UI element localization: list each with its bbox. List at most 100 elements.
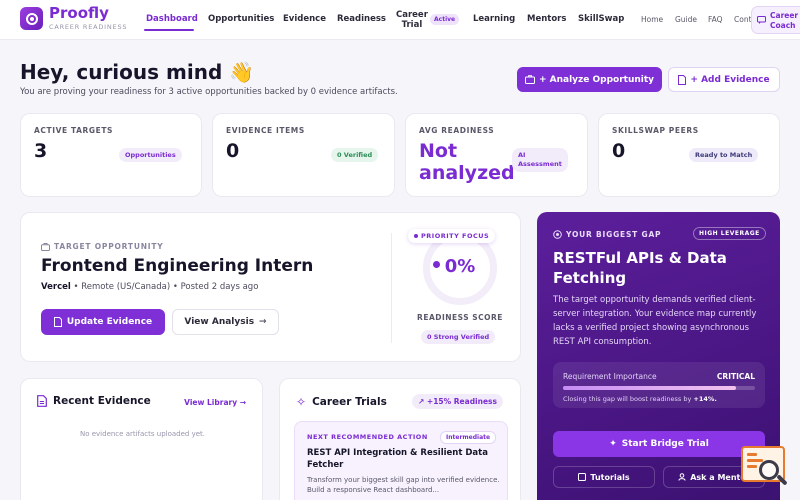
readiness-boost-text: +15% Readiness — [426, 397, 497, 406]
nav-learning[interactable]: Learning — [473, 14, 515, 24]
target-posted: Posted 2 days ago — [180, 282, 259, 292]
readiness-score: 0% — [444, 256, 476, 277]
brand-tagline: CAREER READINESS — [49, 23, 128, 31]
briefcase-icon — [41, 242, 50, 251]
view-library-link[interactable]: View Library → — [184, 398, 246, 407]
trial-title: REST API Integration & Resilient Data Fe… — [307, 448, 488, 470]
stat-card-active-targets: ACTIVE TARGETS 3 Opportunities — [20, 113, 202, 197]
stat-card-skillswap-peers: SKILLSWAP PEERS 0 Ready to Match — [598, 113, 780, 197]
gap-label: YOUR BIGGEST GAP — [553, 230, 661, 239]
chat-icon — [757, 16, 766, 24]
recommended-trial[interactable]: NEXT RECOMMENDED ACTION Intermediate RES… — [294, 421, 508, 500]
nav-contact[interactable]: Cont — [734, 15, 752, 24]
trial-description: Transform your biggest skill gap into ve… — [307, 476, 500, 494]
gap-description: The target opportunity demands verified … — [553, 295, 757, 347]
target-title: Frontend Engineering Intern — [41, 256, 314, 276]
arrow-right-icon: → — [259, 317, 267, 327]
coach-label-line1: Career — [770, 11, 799, 20]
target-company: Vercel — [41, 282, 71, 292]
nav-evidence[interactable]: Evidence — [283, 14, 326, 24]
tutorials-label: Tutorials — [590, 472, 630, 482]
document-icon — [53, 317, 62, 327]
nav-mentors[interactable]: Mentors — [527, 14, 566, 24]
readiness-boost-badge: ↗ +15% Readiness — [412, 394, 503, 409]
strong-verified-badge: 0 Strong Verified — [421, 330, 496, 344]
nav-active-badge: Active — [430, 14, 460, 25]
stat-value-line2: analyzed — [419, 162, 515, 184]
brand[interactable]: Proofly CAREER READINESS — [20, 6, 127, 31]
target-opportunity-card: TARGET OPPORTUNITY Frontend Engineering … — [20, 212, 521, 362]
stat-badge: Ready to Match — [689, 148, 759, 162]
importance-note-text: Closing this gap will boost readiness by — [563, 395, 694, 403]
target-logo-icon — [20, 7, 43, 30]
stat-label: ACTIVE TARGETS — [34, 126, 114, 135]
stat-label: AVG READINESS — [419, 126, 495, 135]
target-label: TARGET OPPORTUNITY — [41, 242, 164, 251]
stat-label: SKILLSWAP PEERS — [612, 126, 699, 135]
top-nav: Proofly CAREER READINESS Dashboard Oppor… — [0, 0, 800, 40]
importance-label: Requirement Importance — [563, 372, 657, 381]
target-location: Remote (US/Canada) — [81, 282, 171, 292]
dot-icon — [414, 234, 418, 238]
analyze-opportunity-button[interactable]: + Analyze Opportunity — [517, 67, 662, 92]
stat-value: 3 — [34, 140, 48, 162]
stat-badge-line1: AI — [518, 151, 526, 159]
next-action-label: NEXT RECOMMENDED ACTION — [307, 433, 428, 441]
view-analysis-button[interactable]: View Analysis → — [172, 309, 279, 335]
level-badge: Intermediate — [440, 431, 497, 444]
start-bridge-trial-button[interactable]: ✦ Start Bridge Trial — [553, 431, 765, 457]
stat-value-line1: Not — [419, 140, 458, 162]
document-icon — [678, 74, 687, 85]
career-trials-title: ✧ Career Trials — [296, 395, 387, 409]
stat-badge: AI Assessment — [512, 148, 568, 172]
nav-faq[interactable]: FAQ — [708, 15, 723, 24]
nav-skillswap[interactable]: SkillSwap — [578, 14, 624, 24]
trend-up-icon: ↗ — [418, 397, 425, 406]
stat-value: 0 — [226, 140, 240, 162]
support-chat-widget-icon[interactable] — [739, 446, 791, 490]
target-icon — [553, 230, 562, 239]
nav-opportunities[interactable]: Opportunities — [208, 14, 274, 24]
nav-guide[interactable]: Guide — [675, 15, 697, 24]
career-trials-card: ✧ Career Trials ↗ +15% Readiness NEXT RE… — [279, 378, 521, 500]
update-evidence-button[interactable]: Update Evidence — [41, 309, 165, 335]
recent-evidence-card: Recent Evidence View Library → No eviden… — [20, 378, 263, 500]
recent-evidence-title-text: Recent Evidence — [53, 395, 151, 407]
importance-bar-fill — [563, 386, 736, 390]
stat-card-evidence-items: EVIDENCE ITEMS 0 0 Verified — [212, 113, 395, 197]
stat-card-avg-readiness: AVG READINESS Not analyzed AI Assessment — [405, 113, 588, 197]
brand-name: Proofly — [49, 4, 109, 22]
importance-value: CRITICAL — [716, 372, 755, 381]
user-icon — [678, 473, 686, 481]
nav-active-indicator — [144, 29, 194, 31]
priority-focus-badge: PRIORITY FOCUS — [408, 229, 496, 243]
empty-state-text: No evidence artifacts uploaded yet. — [79, 430, 205, 438]
nav-readiness[interactable]: Readiness — [337, 14, 386, 24]
briefcase-icon — [524, 75, 535, 84]
view-analysis-label: View Analysis — [184, 317, 255, 327]
sparkle-icon: ✦ — [609, 439, 617, 449]
bridge-label: Start Bridge Trial — [621, 439, 709, 449]
add-evidence-button[interactable]: + Add Evidence — [668, 67, 780, 92]
page-title: Hey, curious mind 👋 — [20, 60, 255, 84]
nav-career-trial-line1: Career — [396, 10, 428, 20]
coach-label-line2: Coach — [770, 21, 796, 30]
career-coach-button[interactable]: Career Coach — [751, 6, 800, 34]
readiness-score-label: READINESS SCORE — [417, 313, 503, 322]
nav-home[interactable]: Home — [641, 15, 663, 24]
importance-note: Closing this gap will boost readiness by… — [563, 395, 717, 403]
high-leverage-badge: HIGH LEVERAGE — [693, 227, 766, 240]
nav-dashboard[interactable]: Dashboard — [146, 14, 198, 24]
book-icon — [578, 473, 587, 481]
recent-evidence-title: Recent Evidence — [37, 395, 151, 407]
add-evidence-label: + Add Evidence — [690, 74, 770, 85]
nav-career-trial[interactable]: Career Trial — [396, 10, 428, 30]
tutorials-button[interactable]: Tutorials — [553, 466, 655, 488]
stat-badge-line2: Assessment — [518, 160, 562, 168]
stat-badge: Opportunities — [119, 148, 182, 162]
meta-separator: • — [172, 282, 181, 292]
gap-title: RESTFul APIs & Data Fetching — [553, 249, 727, 287]
analyze-label: + Analyze Opportunity — [538, 74, 655, 85]
importance-bar — [563, 386, 755, 390]
divider — [391, 233, 392, 343]
